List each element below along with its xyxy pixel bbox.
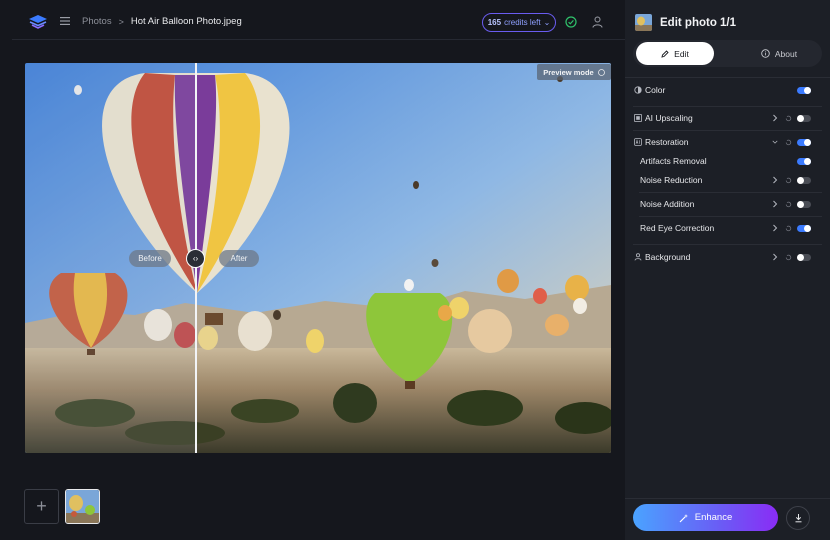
setting-row-background[interactable]: Background: [625, 247, 830, 267]
reset-icon[interactable]: [785, 201, 792, 208]
chevron-right-icon[interactable]: [772, 200, 778, 208]
panel-divider: [625, 77, 830, 78]
enhance-button[interactable]: Enhance: [633, 504, 778, 531]
setting-label: Noise Addition: [640, 199, 695, 209]
upscale-icon: [634, 114, 642, 122]
reset-icon[interactable]: [785, 115, 792, 122]
tab-edit-label: Edit: [674, 48, 689, 59]
preview-mode-label: Preview mode: [543, 67, 594, 77]
before-label: Before: [129, 250, 171, 267]
magic-wand-icon: [679, 513, 688, 522]
panel-footer-divider: [625, 498, 830, 499]
setting-label: AI Upscaling: [645, 113, 693, 123]
app-logo-icon[interactable]: [28, 13, 48, 31]
add-photo-button[interactable]: +: [24, 489, 59, 524]
noise-addition-toggle[interactable]: [797, 200, 811, 208]
info-icon: [761, 49, 770, 58]
red-eye-correction-toggle[interactable]: [797, 224, 811, 232]
edit-panel: Edit photo 1/1 Edit About Color AI Upsca…: [625, 0, 830, 540]
reset-icon[interactable]: [785, 139, 792, 146]
credits-count: 165: [487, 18, 502, 27]
setting-row-color[interactable]: Color: [625, 80, 830, 100]
row-divider: [633, 130, 822, 131]
setting-row-noise-addition[interactable]: Noise Addition: [625, 194, 830, 214]
restoration-toggle[interactable]: [797, 138, 811, 146]
download-icon: [795, 514, 801, 523]
user-icon[interactable]: [592, 16, 603, 28]
chevron-right-icon[interactable]: [772, 253, 778, 261]
background-icon: [634, 253, 642, 261]
info-icon: [597, 68, 605, 76]
photo-thumbnail[interactable]: [65, 489, 100, 524]
artifacts-removal-toggle[interactable]: [797, 157, 811, 165]
row-divider: [639, 192, 822, 193]
breadcrumb-file-name: Hot Air Balloon Photo.jpeg: [130, 16, 242, 27]
setting-label: Red Eye Correction: [640, 223, 715, 233]
setting-label: Background: [645, 252, 691, 262]
photo-compare-viewer[interactable]: Before After ‹› Preview mode: [25, 63, 611, 453]
chevron-right-icon[interactable]: [772, 114, 778, 122]
chevron-down-icon[interactable]: [772, 138, 778, 146]
color-toggle[interactable]: [797, 86, 811, 94]
restoration-icon: [634, 138, 642, 146]
panel-tabs: Edit About: [633, 40, 822, 67]
preview-mode-button[interactable]: Preview mode: [537, 64, 611, 80]
reset-icon[interactable]: [785, 254, 792, 261]
breadcrumb: Photos > Hot Air Balloon Photo.jpeg: [82, 16, 242, 27]
row-divider: [633, 244, 822, 245]
chevron-right-icon[interactable]: [772, 224, 778, 232]
panel-header: Edit photo 1/1: [635, 14, 736, 31]
row-divider: [633, 106, 822, 107]
setting-row-ai-upscaling[interactable]: AI Upscaling: [625, 108, 830, 128]
header-divider: [12, 39, 625, 40]
setting-label: Restoration: [645, 137, 689, 147]
panel-title: Edit photo 1/1: [660, 16, 737, 29]
chevron-down-icon: ⌄: [543, 18, 551, 27]
pencil-icon: [661, 49, 669, 58]
chevron-right-icon: >: [118, 16, 124, 27]
noise-reduction-toggle[interactable]: [797, 176, 811, 184]
setting-row-noise-reduction[interactable]: Noise Reduction: [625, 170, 830, 190]
color-icon: [634, 86, 642, 94]
thumbnail-image: [66, 490, 99, 523]
credits-dropdown[interactable]: 165 credits left ⌄: [482, 13, 556, 32]
menu-icon[interactable]: [59, 15, 71, 27]
setting-row-red-eye-correction[interactable]: Red Eye Correction: [625, 218, 830, 238]
reset-icon[interactable]: [785, 225, 792, 232]
background-toggle[interactable]: [797, 253, 811, 261]
reset-icon[interactable]: [785, 177, 792, 184]
setting-label: Artifacts Removal: [640, 156, 707, 166]
check-circle-icon[interactable]: [565, 16, 577, 28]
panel-thumbnail: [635, 14, 652, 31]
setting-label: Color: [645, 85, 666, 95]
ai-upscaling-toggle[interactable]: [797, 114, 811, 122]
tab-edit[interactable]: Edit: [636, 42, 714, 65]
download-button[interactable]: [786, 506, 810, 530]
tab-about-label: About: [774, 48, 798, 59]
tab-about[interactable]: About: [739, 42, 819, 65]
enhance-label: Enhance: [694, 512, 733, 523]
credits-label: credits left: [504, 18, 541, 27]
chevron-right-icon[interactable]: [772, 176, 778, 184]
row-divider: [639, 216, 822, 217]
after-label: After: [219, 250, 259, 267]
top-bar: Photos > Hot Air Balloon Photo.jpeg 165 …: [0, 0, 625, 44]
compare-handle-icon[interactable]: ‹›: [186, 249, 205, 268]
setting-row-restoration[interactable]: Restoration: [625, 132, 830, 152]
setting-label: Noise Reduction: [640, 175, 703, 185]
breadcrumb-photos[interactable]: Photos: [82, 16, 112, 27]
setting-row-artifacts-removal[interactable]: Artifacts Removal: [625, 151, 830, 171]
